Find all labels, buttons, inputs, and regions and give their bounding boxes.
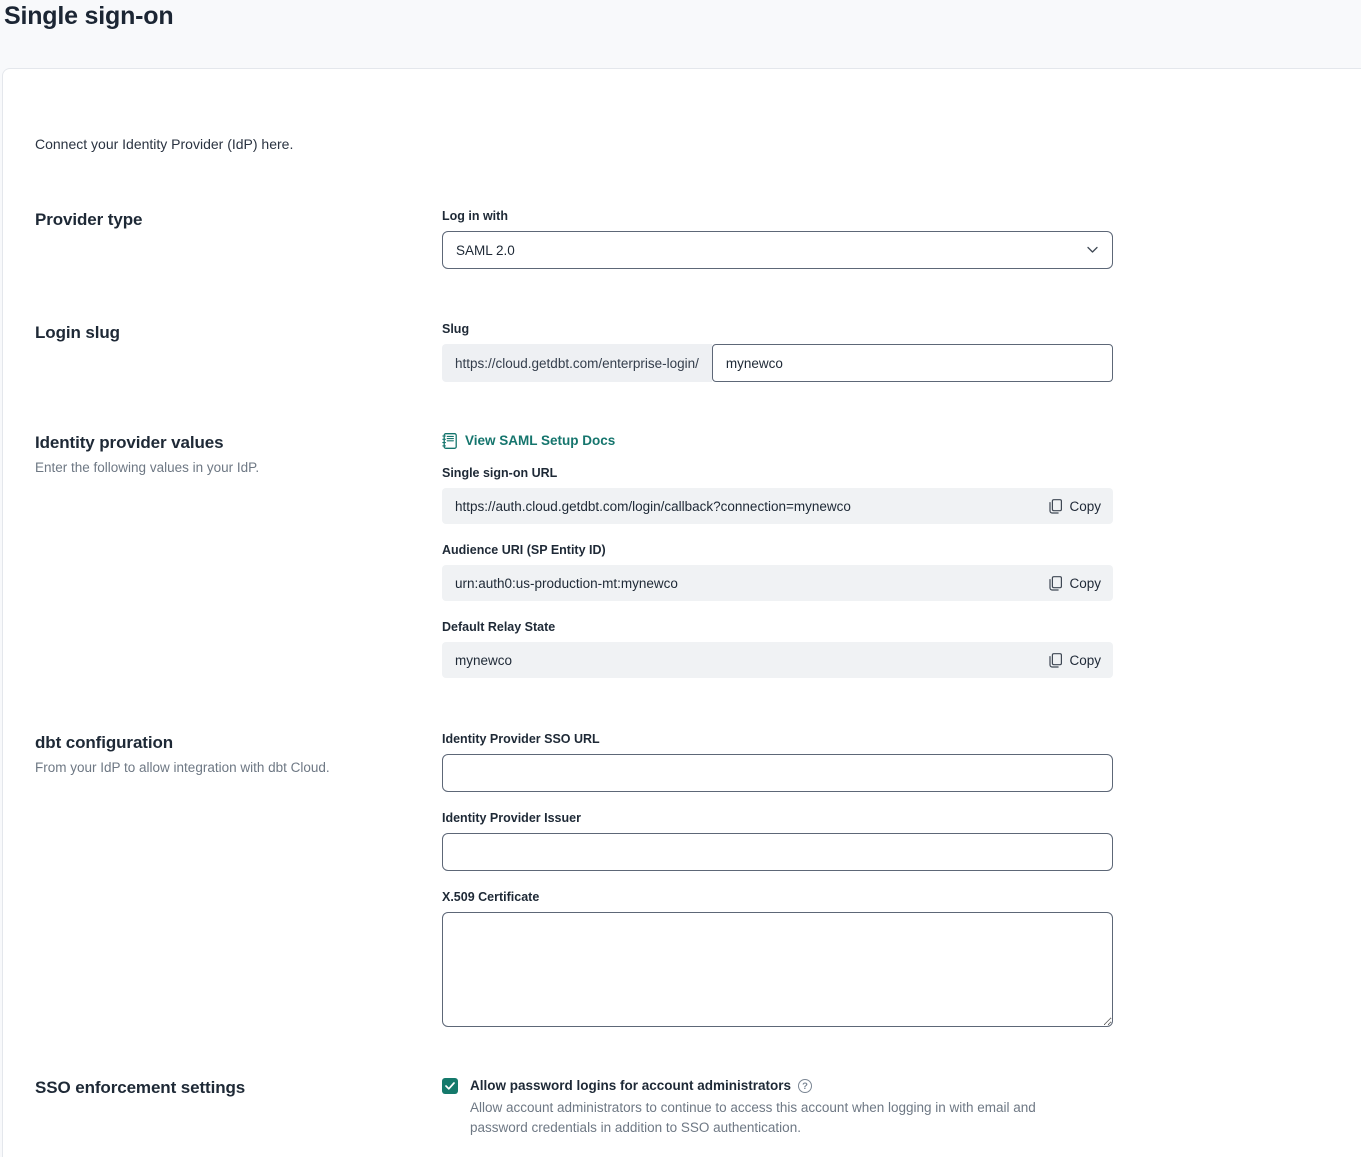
slug-url-prefix: https://cloud.getdbt.com/enterprise-logi… [442, 344, 712, 382]
audience-uri-readonly-box: urn:auth0:us-production-mt:mynewco Copy [442, 565, 1113, 601]
dbt-configuration-subheading: From your IdP to allow integration with … [35, 759, 442, 777]
login-slug-heading: Login slug [35, 322, 442, 344]
audience-uri-label: Audience URI (SP Entity ID) [442, 543, 1113, 558]
slug-input-group: https://cloud.getdbt.com/enterprise-logi… [442, 344, 1113, 382]
copy-button-label: Copy [1069, 653, 1101, 668]
relay-state-copy-button[interactable]: Copy [1049, 653, 1101, 668]
check-icon [445, 1082, 455, 1090]
copy-button-label: Copy [1069, 576, 1101, 591]
settings-card: Connect your Identity Provider (IdP) her… [2, 68, 1361, 1157]
intro-text: Connect your Identity Provider (IdP) her… [35, 135, 1361, 154]
section-right: View SAML Setup Docs Single sign-on URL … [442, 432, 1113, 678]
journal-icon [442, 433, 457, 449]
x509-certificate-label: X.509 Certificate [442, 890, 1113, 905]
copy-icon [1049, 653, 1062, 668]
idp-values-subheading: Enter the following values in your IdP. [35, 459, 442, 477]
password-logins-description: Allow account administrators to continue… [470, 1098, 1086, 1138]
section-left: Provider type [35, 209, 442, 231]
chevron-down-icon [1087, 247, 1098, 254]
copy-button-label: Copy [1069, 499, 1101, 514]
sso-url-readonly-box: https://auth.cloud.getdbt.com/login/call… [442, 488, 1113, 524]
sso-url-field: Single sign-on URL https://auth.cloud.ge… [442, 466, 1113, 524]
copy-icon [1049, 576, 1062, 591]
provider-type-heading: Provider type [35, 209, 442, 231]
login-with-label: Log in with [442, 209, 1113, 224]
sso-url-copy-button[interactable]: Copy [1049, 499, 1101, 514]
audience-uri-value: urn:auth0:us-production-mt:mynewco [455, 576, 678, 591]
audience-uri-copy-button[interactable]: Copy [1049, 576, 1101, 591]
relay-state-label: Default Relay State [442, 620, 1113, 635]
sso-url-label: Single sign-on URL [442, 466, 1113, 481]
relay-state-field: Default Relay State mynewco Copy [442, 620, 1113, 678]
section-idp-values: Identity provider values Enter the follo… [35, 432, 1361, 678]
section-dbt-configuration: dbt configuration From your IdP to allow… [35, 732, 1361, 1027]
provider-select[interactable]: SAML 2.0 [442, 231, 1113, 269]
idp-sso-url-input[interactable] [442, 754, 1113, 792]
password-logins-checkbox-row: Allow password logins for account admini… [442, 1077, 1113, 1138]
idp-sso-url-label: Identity Provider SSO URL [442, 732, 1113, 747]
provider-select-value: SAML 2.0 [456, 243, 515, 258]
section-left: SSO enforcement settings [35, 1077, 442, 1099]
relay-state-readonly-box: mynewco Copy [442, 642, 1113, 678]
x509-certificate-field: X.509 Certificate [442, 890, 1113, 1027]
checkbox-label-line: Allow password logins for account admini… [470, 1077, 1086, 1095]
section-right: Log in with SAML 2.0 [442, 209, 1113, 269]
saml-docs-link-label: View SAML Setup Docs [465, 432, 615, 449]
section-provider-type: Provider type Log in with SAML 2.0 [35, 209, 1361, 269]
idp-issuer-input[interactable] [442, 833, 1113, 871]
section-sso-enforcement: SSO enforcement settings Allow password … [35, 1077, 1361, 1138]
section-left: Identity provider values Enter the follo… [35, 432, 442, 477]
sso-url-value: https://auth.cloud.getdbt.com/login/call… [455, 499, 851, 514]
section-right: Identity Provider SSO URL Identity Provi… [442, 732, 1113, 1027]
sso-enforcement-heading: SSO enforcement settings [35, 1077, 442, 1099]
section-login-slug: Login slug Slug https://cloud.getdbt.com… [35, 322, 1361, 382]
saml-docs-link[interactable]: View SAML Setup Docs [442, 432, 615, 449]
page-header: Single sign-on [0, 0, 1361, 68]
idp-issuer-label: Identity Provider Issuer [442, 811, 1113, 826]
copy-icon [1049, 499, 1062, 514]
section-right: Slug https://cloud.getdbt.com/enterprise… [442, 322, 1113, 382]
help-icon[interactable]: ? [798, 1079, 812, 1093]
checkbox-content: Allow password logins for account admini… [470, 1077, 1086, 1138]
idp-sso-url-field: Identity Provider SSO URL [442, 732, 1113, 792]
slug-input[interactable] [712, 344, 1113, 382]
audience-uri-field: Audience URI (SP Entity ID) urn:auth0:us… [442, 543, 1113, 601]
section-left: dbt configuration From your IdP to allow… [35, 732, 442, 777]
password-logins-checkbox[interactable] [442, 1078, 458, 1094]
page-title: Single sign-on [4, 2, 1361, 31]
section-left: Login slug [35, 322, 442, 344]
dbt-configuration-heading: dbt configuration [35, 732, 442, 754]
x509-certificate-textarea[interactable] [442, 912, 1113, 1027]
idp-values-heading: Identity provider values [35, 432, 442, 454]
section-right: Allow password logins for account admini… [442, 1077, 1113, 1138]
relay-state-value: mynewco [455, 653, 512, 668]
idp-issuer-field: Identity Provider Issuer [442, 811, 1113, 871]
password-logins-label[interactable]: Allow password logins for account admini… [470, 1077, 791, 1095]
slug-label: Slug [442, 322, 1113, 337]
